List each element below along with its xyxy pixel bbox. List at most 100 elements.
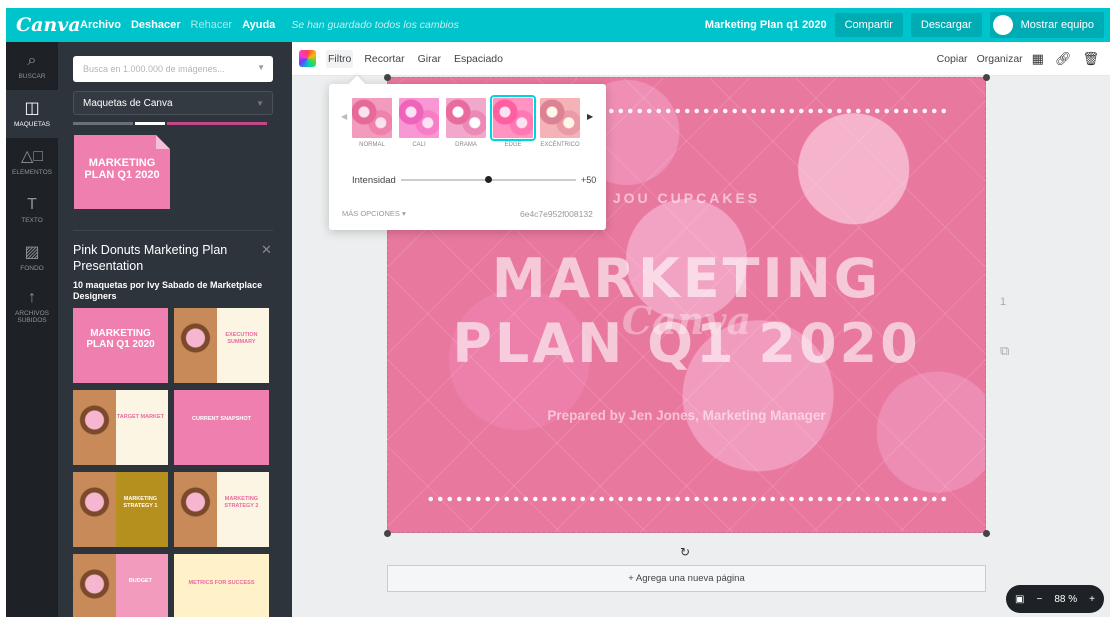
template-thumbnail-title: METRICS FOR SUCCESS: [188, 580, 255, 586]
shapes-icon: △□: [21, 148, 43, 165]
rail-search[interactable]: ⌕ BUSCAR: [6, 42, 58, 90]
filter-button[interactable]: Filtro: [326, 49, 354, 68]
thumbnail-photo: [73, 472, 116, 547]
indicator-segment: [73, 122, 133, 125]
template-source-dropdown[interactable]: Maquetas de Canva ▼: [73, 91, 273, 115]
menu-archivo[interactable]: Archivo: [80, 19, 121, 31]
search-placeholder: Busca en 1.000.000 de imágenes...: [83, 64, 225, 74]
canva-watermark: Canva: [621, 298, 752, 343]
arrange-button[interactable]: Organizar: [977, 53, 1023, 65]
menu-deshacer[interactable]: Deshacer: [131, 19, 181, 31]
resize-handle-tl[interactable]: [384, 74, 391, 81]
resize-handle-bl[interactable]: [384, 530, 391, 537]
intensity-slider-handle[interactable]: [485, 176, 492, 183]
chevron-right-icon[interactable]: ▶: [587, 112, 593, 121]
featured-template[interactable]: MARKETING PLAN Q1 2020: [74, 135, 170, 209]
template-thumbnail[interactable]: MARKETING PLAN Q1 2020: [73, 308, 168, 383]
side-rail: ⌕ BUSCAR ◫ MAQUETAS △□ ELEMENTOS T TEXTO…: [6, 42, 58, 617]
menu-rehacer[interactable]: Rehacer: [191, 19, 233, 31]
thumbnail-photo: [174, 472, 217, 547]
rail-templates[interactable]: ◫ MAQUETAS: [6, 90, 58, 138]
template-thumbnail-title: MARKETING STRATEGY 2: [224, 496, 259, 509]
share-button[interactable]: Compartir: [834, 13, 903, 37]
template-thumbnail[interactable]: MARKETING STRATEGY 2: [174, 472, 269, 547]
zoom-control: ▣ − 88 % +: [1006, 585, 1104, 613]
color-swatch[interactable]: [299, 50, 316, 67]
canva-editor: Canva Archivo Deshacer Rehacer Ayuda Se …: [0, 0, 1114, 617]
filter-option[interactable]: EXCÉNTRICO: [540, 98, 580, 148]
rail-uploads[interactable]: ↑ ARCHIVOS SUBIDOS: [6, 282, 58, 330]
filter-label: DRAMA: [455, 142, 477, 148]
upload-icon: ↑: [28, 288, 36, 306]
chevron-down-icon[interactable]: ▼: [257, 63, 265, 72]
document-title[interactable]: Marketing Plan q1 2020: [705, 19, 827, 31]
template-thumbnail-title: BUDGET: [128, 578, 153, 584]
thumbnail-photo: [73, 554, 116, 617]
filter-preview: [446, 98, 486, 138]
trash-icon[interactable]: 🗑︎: [1082, 51, 1099, 67]
rail-label: MAQUETAS: [14, 121, 50, 128]
template-thumbnail[interactable]: TARGET MARKET: [73, 390, 168, 465]
zoom-out-button[interactable]: −: [1036, 594, 1042, 605]
canva-logo[interactable]: Canva: [16, 14, 81, 36]
add-page-button[interactable]: + Agrega una nueva página: [387, 565, 986, 592]
download-button[interactable]: Descargar: [910, 13, 982, 37]
resize-handle-br[interactable]: [983, 530, 990, 537]
zoom-level[interactable]: 88 %: [1054, 594, 1077, 605]
template-thumbnail-title: MARKETING PLAN Q1 2020: [86, 328, 155, 350]
show-team-label: Mostrar equipo: [1020, 19, 1094, 31]
filter-option[interactable]: DRAMA: [446, 98, 486, 148]
filter-preview: [399, 98, 439, 138]
filter-label: EDGE: [504, 142, 522, 148]
templates-panel: Busca en 1.000.000 de imágenes... ▼ Maqu…: [58, 42, 292, 617]
filter-label: EXCÉNTRICO: [540, 142, 580, 148]
filter-code[interactable]: 6e4c7e952f008132: [520, 209, 593, 219]
template-thumbnail-title: TARGET MARKET: [116, 414, 165, 420]
intensity-value: +50: [581, 175, 597, 185]
rail-label: TEXTO: [21, 217, 43, 224]
slide-subtitle[interactable]: Prepared by Jen Jones, Marketing Manager: [388, 408, 985, 423]
rail-label: BUSCAR: [18, 73, 46, 80]
search-input[interactable]: Busca en 1.000.000 de imágenes... ▼: [73, 56, 273, 82]
flip-button[interactable]: Girar: [416, 50, 443, 68]
divider: [73, 230, 273, 231]
template-set-subtitle: 10 maquetas por Ivy Sabado de Marketplac…: [73, 280, 263, 301]
template-thumbnail[interactable]: METRICS FOR SUCCESS: [174, 554, 269, 617]
show-team-button[interactable]: Mostrar equipo: [989, 12, 1104, 38]
close-icon[interactable]: ✕: [261, 242, 272, 258]
more-options-link[interactable]: MÁS OPCIONES ▾: [342, 209, 406, 218]
filter-option[interactable]: NORMAL: [352, 98, 392, 148]
intensity-label: Intensidad: [352, 175, 396, 186]
transparency-icon[interactable]: ▦: [1032, 51, 1044, 67]
rail-text[interactable]: T TEXTO: [6, 186, 58, 234]
rail-label: ARCHIVOS SUBIDOS: [15, 309, 49, 324]
resize-handle-tr[interactable]: [983, 74, 990, 81]
template-thumbnail[interactable]: EXECUTION SUMMARY: [174, 308, 269, 383]
background-icon: ▨: [24, 244, 40, 261]
rotate-icon[interactable]: ↻: [680, 545, 690, 559]
thumbnail-photo: [174, 308, 217, 383]
copy-button[interactable]: Copiar: [937, 53, 968, 65]
template-thumbnail[interactable]: CURRENT SNAPSHOT: [174, 390, 269, 465]
spacing-button[interactable]: Espaciado: [452, 50, 505, 68]
menu-ayuda[interactable]: Ayuda: [242, 19, 275, 31]
present-icon[interactable]: ▣: [1015, 594, 1024, 605]
chevron-left-icon[interactable]: ◀: [341, 112, 347, 121]
chevron-down-icon: ▼: [256, 99, 264, 108]
text-icon: T: [27, 196, 37, 213]
filter-option[interactable]: CALI: [399, 98, 439, 148]
rail-elements[interactable]: △□ ELEMENTOS: [6, 138, 58, 186]
template-thumbnail[interactable]: MARKETING STRATEGY 1: [73, 472, 168, 547]
template-thumbnail[interactable]: BUDGET: [73, 554, 168, 617]
link-icon[interactable]: 🔗︎: [1055, 51, 1072, 67]
zoom-in-button[interactable]: +: [1089, 594, 1095, 605]
template-set-title: Pink Donuts Marketing Plan Presentation: [73, 243, 228, 273]
carousel-indicator: [73, 122, 273, 125]
page-fold-icon: [156, 135, 170, 149]
crop-button[interactable]: Recortar: [362, 50, 406, 68]
duplicate-page-icon[interactable]: ⧉: [1000, 343, 1009, 359]
rail-background[interactable]: ▨ FONDO: [6, 234, 58, 282]
filter-option[interactable]: EDGE: [490, 95, 536, 148]
featured-template-title: MARKETING PLAN Q1 2020: [84, 157, 160, 181]
filter-preview: [490, 95, 536, 141]
